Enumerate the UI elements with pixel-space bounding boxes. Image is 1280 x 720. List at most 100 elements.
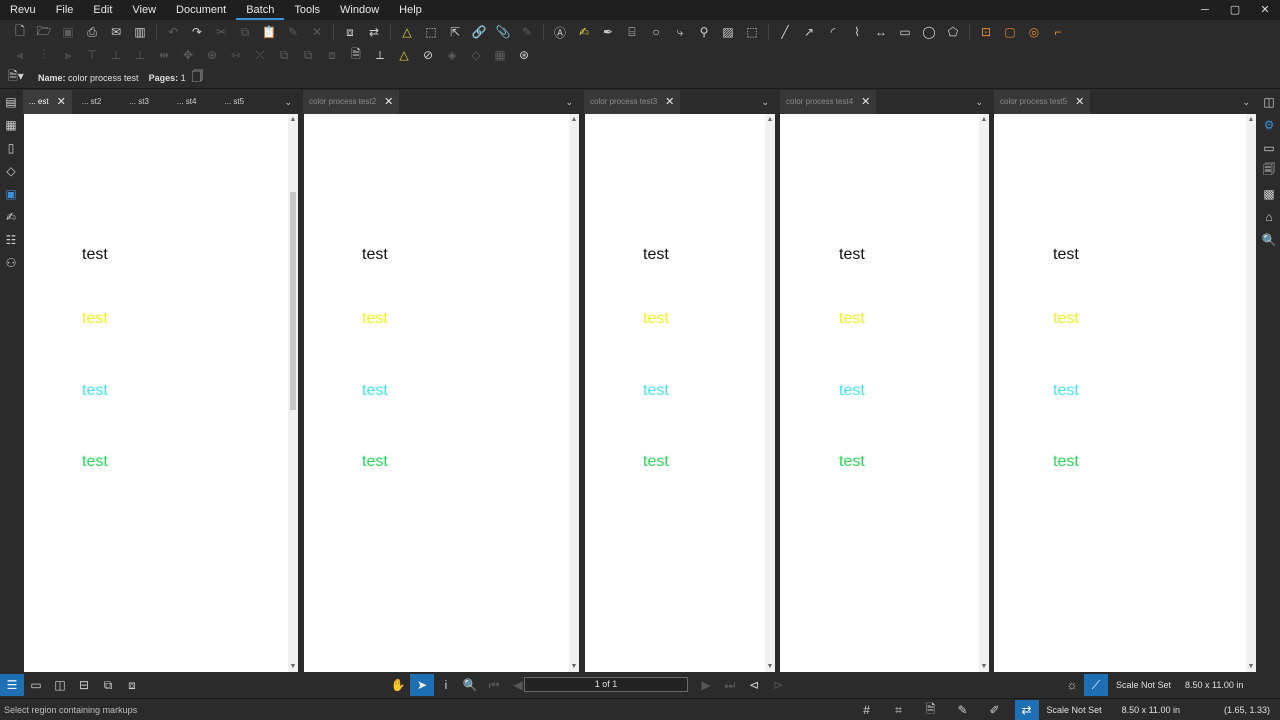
first-page-icon[interactable]: ⏮ [482,674,506,696]
compare-icon[interactable]: ⧈ [120,674,144,696]
tab-color-process-test5[interactable]: color process test5 ✕ [994,90,1091,114]
menu-tools[interactable]: Tools [284,0,330,20]
align-left-icon[interactable]: ⫷ [8,45,32,65]
align-center-icon[interactable]: ⫶ [32,45,56,65]
scroll-up-icon[interactable]: ▲ [979,116,989,123]
arrow-callout-icon[interactable]: ⤷ [668,22,692,42]
polygon-icon[interactable]: ⬠ [941,22,965,42]
measure-length-icon[interactable]: ⊡ [974,22,998,42]
layers-icon[interactable]: ◇ [0,159,22,182]
highlight-icon[interactable]: ✍ [572,22,596,42]
menu-help[interactable]: Help [389,0,432,20]
shape-icon[interactable]: ◇ [464,45,488,65]
vertical-scrollbar[interactable]: ▲ ▼ [569,114,579,672]
stamps-icon[interactable]: ▩ [1258,182,1280,205]
page-setup-icon[interactable]: 🗎 [344,45,368,65]
tab-close-icon[interactable]: ✕ [665,90,674,114]
menu-file[interactable]: File [46,0,84,20]
paste-snapshot-icon[interactable]: ⇄ [362,22,386,42]
vertical-scrollbar[interactable]: ▲ ▼ [288,114,298,672]
split-vertical-icon[interactable]: ◫ [48,674,72,696]
scroll-down-icon[interactable]: ▼ [288,663,298,670]
flatten-icon[interactable]: ✎ [515,22,539,42]
thumbnails-icon[interactable]: ▦ [0,113,22,136]
image-icon[interactable]: ▨ [716,22,740,42]
color-process-icon[interactable]: ⊛ [512,45,536,65]
tab-list-chevron-icon[interactable]: ⌄ [975,90,983,114]
measurements-icon[interactable]: ▭ [1258,136,1280,159]
menu-edit[interactable]: Edit [83,0,122,20]
tab-list-chevron-icon[interactable]: ⌄ [565,90,573,114]
list-view-icon[interactable]: ☰ [0,674,24,696]
scroll-down-icon[interactable]: ▼ [569,663,579,670]
menu-batch[interactable]: Batch [236,0,285,20]
sync-status-icon[interactable]: ⇄ [1014,700,1039,720]
tab-document-1[interactable]: ... est ✕ [23,90,72,114]
redact-icon[interactable]: ⊘ [416,45,440,65]
tab-color-process-test3[interactable]: color process test3 ✕ [584,90,681,114]
tab-close-icon[interactable]: ✕ [1075,90,1084,114]
menu-view[interactable]: View [122,0,166,20]
group-icon[interactable]: ⧉ [272,45,296,65]
pen-icon[interactable]: ✒ [596,22,620,42]
dimension-icon[interactable]: ↔ [869,22,893,42]
markups-list-icon[interactable]: ◫ [1258,90,1280,113]
email-icon[interactable]: ✉ [104,22,128,42]
back-view-icon[interactable]: ⊲ [742,674,766,696]
menu-revu[interactable]: Revu [0,0,46,20]
single-page-icon[interactable]: ▭ [24,674,48,696]
properties-icon[interactable]: ▤ [0,90,22,113]
select-text-icon[interactable]: Ꭵ [434,674,458,696]
snap-markup-icon[interactable]: ✎ [951,700,975,720]
callout-icon[interactable]: ⌸ [620,22,644,42]
tab-color-process-test2[interactable]: color process test2 ✕ [303,90,400,114]
tab-list-chevron-icon[interactable]: ⌄ [1242,90,1250,114]
page-icon[interactable]: 🗍 [186,68,210,88]
tab-document-4[interactable]: ... st4 [155,90,203,114]
markup-stamp-icon[interactable]: ⚲ [692,22,716,42]
minimize-button[interactable]: ─ [1190,0,1220,20]
cut-icon[interactable]: ✂ [209,22,233,42]
align-middle-icon[interactable]: ⊥ [104,45,128,65]
tab-color-process-test4[interactable]: color process test4 ✕ [780,90,877,114]
settings-icon[interactable]: ⚙ [1258,113,1280,136]
polyline-icon[interactable]: ⌇ [845,22,869,42]
new-document-icon[interactable]: 🗋 [8,22,32,42]
measure-area-icon[interactable]: ▢ [998,22,1022,42]
crop-icon[interactable]: ⇱ [443,22,467,42]
tab-list-chevron-icon[interactable]: ⌄ [761,90,769,114]
paste-icon[interactable]: 📋 [257,22,281,42]
next-page-icon[interactable]: ▶ [694,674,718,696]
bring-front-icon[interactable]: ⧈ [320,45,344,65]
scroll-down-icon[interactable]: ▼ [765,663,775,670]
vertical-scrollbar[interactable]: ▲ ▼ [979,114,989,672]
align-bottom-icon[interactable]: ⊥ [128,45,152,65]
delete-icon[interactable]: ✕ [305,22,329,42]
signatures-icon[interactable]: ✍ [0,205,22,228]
fill-color-icon[interactable]: ◈ [440,45,464,65]
scroll-up-icon[interactable]: ▲ [765,116,775,123]
move-icon[interactable]: ✥ [176,45,200,65]
scroll-up-icon[interactable]: ▲ [569,116,579,123]
last-page-icon[interactable]: ⏭ [718,674,742,696]
forms-icon[interactable]: ☷ [0,228,22,251]
center-icon[interactable]: ⊕ [200,45,224,65]
toolchest-icon[interactable]: ▣ [0,182,22,205]
measure-angle-icon[interactable]: ⌐ [1046,22,1070,42]
text-box-icon[interactable]: Ⓐ [548,22,572,42]
scroll-down-icon[interactable]: ▼ [1246,663,1256,670]
snapshot-icon[interactable]: ⧈ [338,22,362,42]
attachment-icon[interactable]: 📎 [491,22,515,42]
cloud-icon[interactable]: ○ [644,22,668,42]
undo-icon[interactable]: ↶ [161,22,185,42]
tab-list-chevron-icon[interactable]: ⌄ [284,90,292,114]
pan-hand-icon[interactable]: ✋ [386,674,410,696]
line-icon[interactable]: ╱ [773,22,797,42]
capture-icon[interactable]: ⬚ [419,22,443,42]
align-top-icon[interactable]: ⊤ [80,45,104,65]
document-menu-icon[interactable]: 🗎▾ [4,68,28,88]
snap-grid-icon[interactable]: ⌗ [887,700,911,720]
tab-close-icon[interactable]: ✕ [57,90,66,114]
split-horizontal-icon[interactable]: ⊟ [72,674,96,696]
link-icon[interactable]: 🔗 [467,22,491,42]
